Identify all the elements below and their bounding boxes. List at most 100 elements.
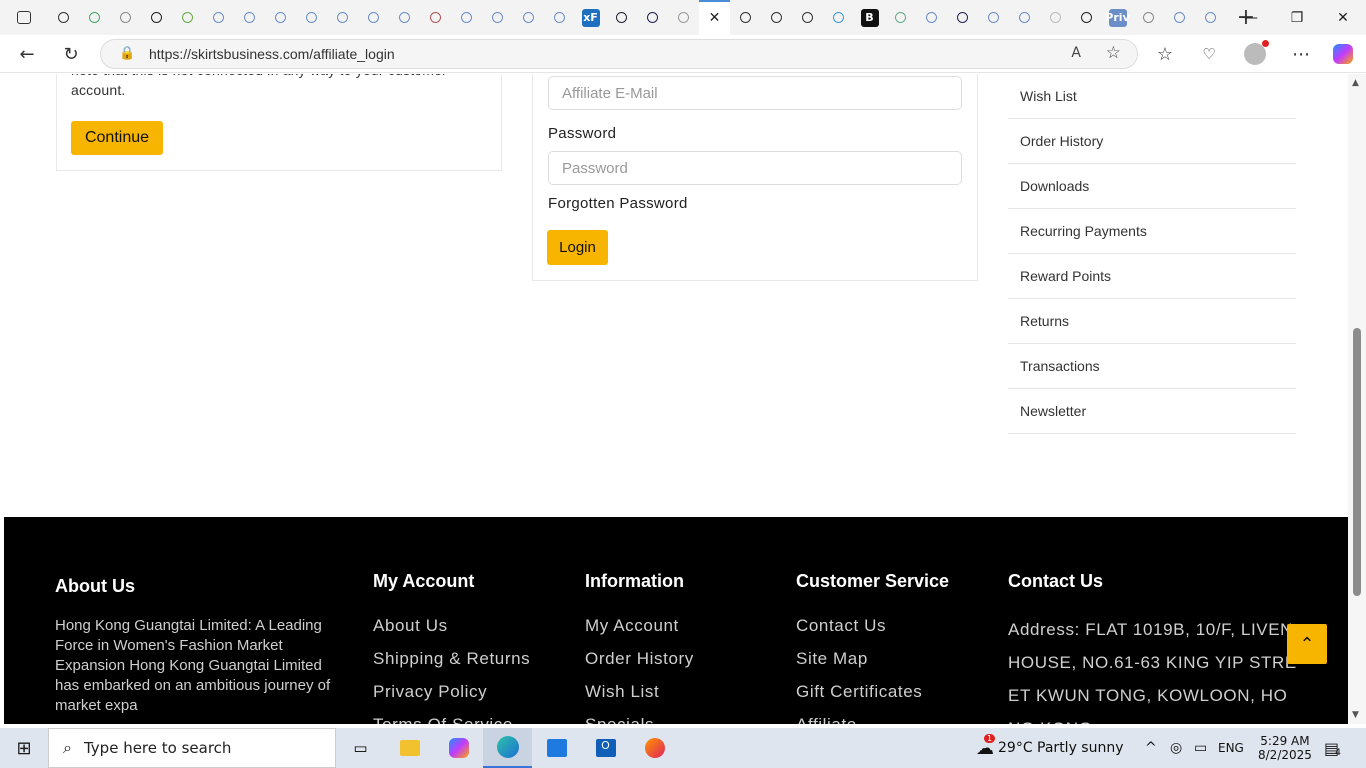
footer-link[interactable]: Site Map bbox=[796, 649, 868, 669]
password-field[interactable]: Password bbox=[548, 151, 962, 185]
minimize-button[interactable]: — bbox=[1228, 0, 1274, 35]
show-hidden-icons-chevron[interactable]: ^ bbox=[1145, 728, 1157, 768]
browser-tab[interactable]: B bbox=[854, 0, 885, 35]
footer-link[interactable]: Shipping & Returns bbox=[373, 649, 530, 669]
sidebar-item-returns[interactable]: Returns bbox=[1008, 299, 1296, 344]
microsoft-store-icon[interactable] bbox=[532, 728, 581, 768]
continue-button[interactable]: Continue bbox=[71, 121, 163, 155]
forgotten-password-link[interactable]: Forgotten Password bbox=[548, 195, 688, 212]
network-icon[interactable]: ◎ bbox=[1170, 728, 1182, 768]
scrollbar-thumb[interactable] bbox=[1353, 328, 1361, 596]
footer-link[interactable]: Terms Of Service bbox=[373, 715, 513, 724]
browser-tab[interactable] bbox=[668, 0, 699, 35]
footer-link[interactable]: Wish List bbox=[585, 682, 659, 702]
browser-tab[interactable] bbox=[48, 0, 79, 35]
browser-tab[interactable] bbox=[544, 0, 575, 35]
browser-tab[interactable] bbox=[79, 0, 110, 35]
sidebar-item-recurring-payments[interactable]: Recurring Payments bbox=[1008, 209, 1296, 254]
footer-link[interactable]: My Account bbox=[585, 616, 679, 636]
favorite-star-icon[interactable]: ☆ bbox=[1106, 43, 1121, 63]
tab-actions-icon[interactable] bbox=[0, 0, 48, 35]
browser-essentials-icon[interactable]: ♡ bbox=[1194, 40, 1224, 68]
footer-link[interactable]: Affiliate bbox=[796, 715, 857, 724]
footer-link[interactable]: Specials bbox=[585, 715, 654, 724]
footer-link[interactable]: Contact Us bbox=[796, 616, 886, 636]
read-aloud-icon[interactable]: A bbox=[1071, 45, 1081, 61]
sidebar-item-downloads[interactable]: Downloads bbox=[1008, 164, 1296, 209]
browser-tab[interactable] bbox=[792, 0, 823, 35]
browser-tab[interactable] bbox=[172, 0, 203, 35]
sidebar-item-newsletter[interactable]: Newsletter bbox=[1008, 389, 1296, 434]
footer-link[interactable]: Privacy Policy bbox=[373, 682, 487, 702]
browser-tab[interactable] bbox=[1071, 0, 1102, 35]
more-menu-icon[interactable]: ⋯ bbox=[1286, 40, 1316, 68]
browser-tab[interactable] bbox=[885, 0, 916, 35]
browser-tab[interactable] bbox=[637, 0, 668, 35]
tab-close-icon[interactable]: ✕ bbox=[699, 0, 730, 35]
browser-tab[interactable] bbox=[978, 0, 1009, 35]
browser-tab[interactable]: xF bbox=[575, 0, 606, 35]
footer-link[interactable]: Order History bbox=[585, 649, 694, 669]
firefox-icon[interactable] bbox=[630, 728, 679, 768]
scroll-up-arrow-icon[interactable]: ▲ bbox=[1352, 78, 1359, 88]
profile-avatar[interactable] bbox=[1240, 40, 1270, 68]
browser-tab[interactable] bbox=[1164, 0, 1195, 35]
browser-tab[interactable] bbox=[234, 0, 265, 35]
browser-tab[interactable] bbox=[916, 0, 947, 35]
browser-tab[interactable] bbox=[358, 0, 389, 35]
maximize-button[interactable]: ❐ bbox=[1274, 0, 1320, 35]
taskbar-search-box[interactable]: ⌕ Type here to search bbox=[48, 728, 336, 768]
refresh-button[interactable]: ↻ bbox=[56, 40, 86, 68]
clock[interactable]: 5:29 AM 8/2/2025 bbox=[1258, 728, 1312, 768]
edge-browser-icon[interactable] bbox=[483, 728, 532, 768]
copilot-icon[interactable] bbox=[1328, 40, 1358, 68]
browser-tab[interactable] bbox=[1040, 0, 1071, 35]
sidebar-item-order-history[interactable]: Order History bbox=[1008, 119, 1296, 164]
browser-tab[interactable] bbox=[730, 0, 761, 35]
url-field[interactable]: 🔒 https://skirtsbusiness.com/affiliate_l… bbox=[100, 39, 1138, 69]
browser-tab[interactable] bbox=[203, 0, 234, 35]
browser-tab[interactable] bbox=[482, 0, 513, 35]
lock-icon[interactable]: 🔒 bbox=[119, 46, 135, 61]
sidebar-item-reward-points[interactable]: Reward Points bbox=[1008, 254, 1296, 299]
scroll-down-arrow-icon[interactable]: ▼ bbox=[1352, 710, 1359, 720]
footer-link[interactable]: Gift Certificates bbox=[796, 682, 922, 702]
browser-tab[interactable] bbox=[451, 0, 482, 35]
weather-widget[interactable]: ☁ 1 29°C Partly sunny bbox=[976, 728, 1124, 768]
browser-tab[interactable] bbox=[420, 0, 451, 35]
file-explorer-icon[interactable] bbox=[385, 728, 434, 768]
close-window-button[interactable]: ✕ bbox=[1320, 0, 1366, 35]
copilot-app-icon[interactable] bbox=[434, 728, 483, 768]
notifications-icon[interactable]: ▤ 4 bbox=[1324, 728, 1341, 768]
sidebar-item-wish-list[interactable]: Wish List bbox=[1008, 74, 1296, 119]
browser-tab[interactable] bbox=[606, 0, 637, 35]
browser-tab[interactable] bbox=[513, 0, 544, 35]
email-field[interactable]: Affiliate E-Mail bbox=[548, 76, 962, 110]
browser-tab[interactable] bbox=[1133, 0, 1164, 35]
browser-tab[interactable] bbox=[823, 0, 854, 35]
task-view-icon[interactable]: ▭ bbox=[336, 728, 385, 768]
page-scrollbar[interactable]: ▲ ▼ bbox=[1348, 74, 1366, 724]
browser-tab[interactable] bbox=[296, 0, 327, 35]
tab-favicon-icon bbox=[337, 12, 348, 23]
battery-icon[interactable]: ▭ bbox=[1194, 728, 1207, 768]
browser-tab[interactable] bbox=[110, 0, 141, 35]
browser-tab[interactable]: Priv bbox=[1102, 0, 1133, 35]
browser-tab[interactable] bbox=[141, 0, 172, 35]
sidebar-item-transactions[interactable]: Transactions bbox=[1008, 344, 1296, 389]
favorites-icon[interactable]: ☆ bbox=[1150, 40, 1180, 68]
browser-tab[interactable] bbox=[389, 0, 420, 35]
browser-tab[interactable] bbox=[327, 0, 358, 35]
back-button[interactable]: ← bbox=[12, 40, 42, 68]
login-button[interactable]: Login bbox=[547, 230, 608, 265]
footer-link[interactable]: About Us bbox=[373, 616, 448, 636]
scroll-to-top-button[interactable]: ⌃ bbox=[1287, 624, 1327, 664]
browser-tab[interactable] bbox=[761, 0, 792, 35]
browser-tab[interactable] bbox=[947, 0, 978, 35]
browser-tab[interactable] bbox=[1009, 0, 1040, 35]
browser-tab[interactable] bbox=[265, 0, 296, 35]
language-indicator[interactable]: ENG bbox=[1218, 728, 1244, 768]
browser-tab[interactable] bbox=[1195, 0, 1226, 35]
windows-start-icon[interactable]: ⊞ bbox=[0, 728, 48, 768]
outlook-icon[interactable]: O bbox=[581, 728, 630, 768]
